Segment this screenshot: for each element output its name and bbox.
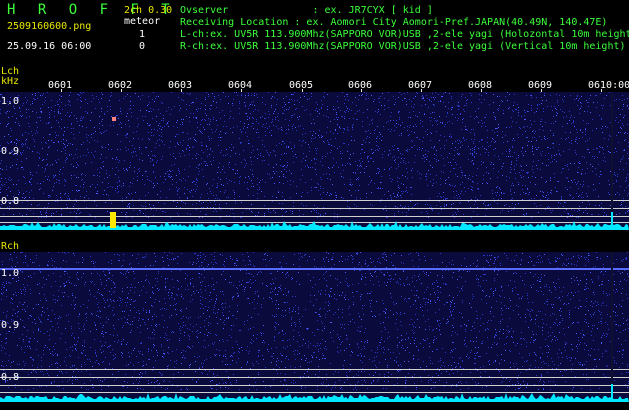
guide-line bbox=[0, 377, 629, 378]
rch-tick-0-8: 0.8 bbox=[1, 372, 20, 383]
lch-tick-1-0: 1.0 bbox=[1, 96, 20, 107]
rch-spectrogram bbox=[0, 252, 629, 402]
meteor-echo bbox=[110, 212, 116, 228]
lch-spectrogram-canvas bbox=[0, 92, 629, 230]
lch-unit-label: kHz bbox=[1, 76, 20, 87]
guide-line bbox=[0, 200, 629, 201]
time-cursor-signal bbox=[611, 384, 613, 402]
lch-spectrogram bbox=[0, 92, 629, 230]
guide-line bbox=[0, 385, 629, 386]
location-line: Receiving Location : ex. Aomori City Aom… bbox=[180, 17, 608, 28]
observer-line: Ovserver : ex. JR7CYX [ kid ] bbox=[180, 5, 433, 16]
signal-baseline bbox=[0, 393, 629, 402]
time-tick-0610-00: 0610:00 bbox=[588, 80, 629, 91]
meteor-count-rch: 0 bbox=[139, 41, 146, 52]
lch-tick-0-8: 0.8 bbox=[1, 196, 20, 207]
time-cursor bbox=[611, 92, 613, 230]
capture-datetime: 25.09.16 06:00 bbox=[7, 41, 92, 52]
rch-channel-label: Rch bbox=[1, 241, 20, 252]
guide-line bbox=[0, 216, 629, 217]
meteor-count-lch: 1 bbox=[139, 29, 146, 40]
meteor-ping bbox=[112, 117, 116, 121]
guide-line bbox=[0, 208, 629, 209]
carrier-line bbox=[0, 268, 629, 270]
meteor-label: meteor bbox=[124, 16, 161, 27]
rch-spectrogram-canvas bbox=[0, 252, 629, 402]
lch-tick-0-9: 0.9 bbox=[1, 146, 20, 157]
time-cursor-signal bbox=[611, 212, 613, 230]
file-name: 2509160600.png bbox=[7, 21, 92, 32]
version-label: 2ch 0.30 bbox=[124, 5, 173, 16]
guide-line bbox=[0, 392, 629, 393]
rch-config-line: R-ch:ex. UV5R 113.900Mhz(SAPPORO VOR)USB… bbox=[180, 41, 626, 52]
rch-tick-0-9: 0.9 bbox=[1, 320, 20, 331]
time-cursor bbox=[611, 252, 613, 402]
rch-tick-1-0: 1.0 bbox=[1, 268, 20, 279]
noise-dots bbox=[0, 92, 629, 218]
noise-dots-bright bbox=[0, 92, 629, 218]
lch-config-line: L-ch:ex. UV5R 113.900Mhz(SAPPORO VOR)USB… bbox=[180, 29, 629, 40]
guide-line bbox=[0, 369, 629, 370]
